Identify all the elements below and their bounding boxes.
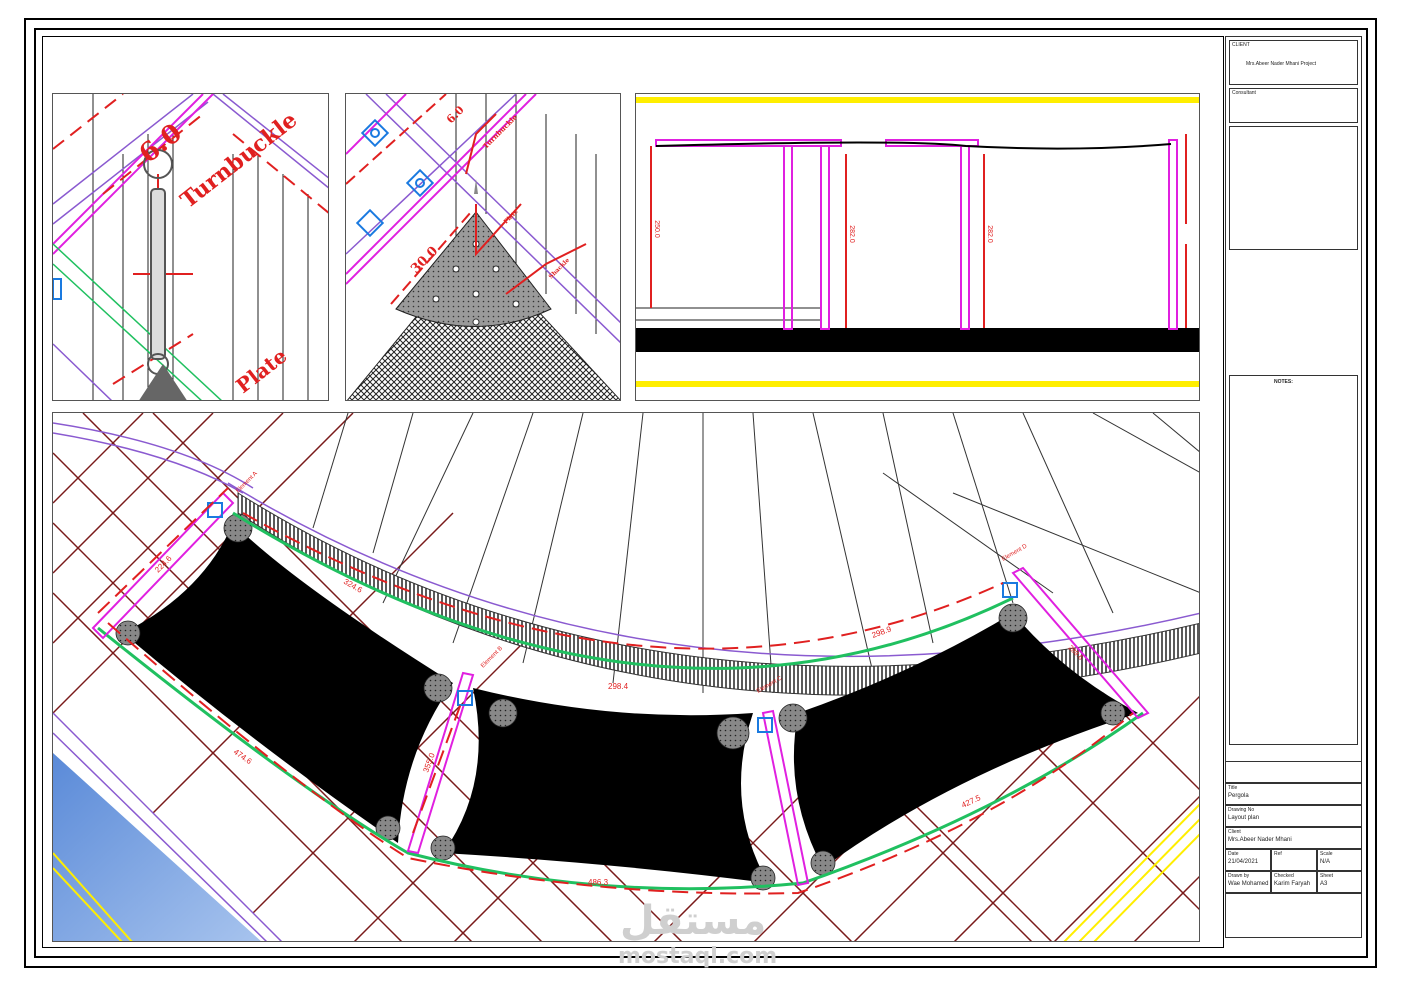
notes-box: NOTES:: [1229, 375, 1358, 745]
tb-checked-cell: Checked Karim Faryah: [1271, 871, 1317, 893]
element-d-label: Element D: [1001, 543, 1029, 563]
pool-area: [53, 753, 261, 941]
tb-scale-cell: Scale N/A: [1317, 849, 1362, 871]
section-dim-1: 250.0: [653, 220, 660, 238]
client-name: Mrs.Abeer Nader Mhani Project: [1246, 61, 1317, 67]
consultant-header: Consultant: [1232, 90, 1256, 96]
plan-view-panel: Element A Element B Element C Element D …: [52, 412, 1200, 942]
logo-box: [1229, 126, 1358, 250]
plan-dim-4: 298.9: [871, 624, 893, 639]
tb-bottom-cell: [1225, 893, 1362, 938]
plan-dim-8: 486.3: [588, 878, 609, 887]
drawn-label: Drawn by: [1228, 873, 1250, 879]
ref-label: Ref: [1274, 851, 1282, 857]
tb-sheet-cell: Sheet A3: [1317, 871, 1362, 893]
drawn-value: Wae Mohamed: [1228, 881, 1269, 887]
watermark-latin: mostaql.com: [618, 944, 778, 969]
title-value: Pergola: [1228, 793, 1249, 799]
tb-client-cell: Client Mrs.Abeer Nader Mhani: [1225, 827, 1362, 849]
dimension-6-top: 6.0: [444, 103, 467, 126]
tb-date-cell: Date 21/04/2021: [1225, 849, 1271, 871]
plate-label: Plate: [231, 344, 291, 398]
drawing-label: Drawing No: [1228, 807, 1255, 813]
client-label: Client: [1228, 829, 1241, 835]
checked-label: Checked: [1274, 873, 1294, 879]
section-dim-2: 282.0: [848, 225, 855, 243]
tb-title-row: [1225, 761, 1362, 783]
label-shackle-small: Shackle: [547, 257, 571, 281]
tb-title-cell: Title Pergola: [1225, 783, 1362, 805]
section-dim-3: 282.0: [986, 225, 993, 243]
scale-label: Scale: [1320, 851, 1333, 857]
section-elevation-panel: 250.0 282.0 282.0: [635, 93, 1200, 401]
client-value: Mrs.Abeer Nader Mhani: [1228, 837, 1292, 843]
checked-value: Karim Faryah: [1274, 881, 1311, 887]
title-label: Title: [1228, 785, 1238, 791]
plan-dim-9: 427.5: [960, 793, 982, 810]
watermark-arabic: مستقل: [620, 898, 767, 944]
element-a-label: Element A: [235, 471, 259, 495]
tb-drawn-cell: Drawn by Wae Mohamed: [1225, 871, 1271, 893]
notes-header: NOTES:: [1274, 379, 1293, 385]
client-header: CLIENT: [1232, 42, 1250, 48]
date-value: 21/04/2021: [1228, 859, 1259, 865]
detail-panel-turnbuckle: 6.0 Turnbuckle Plate: [52, 93, 329, 401]
consultant-box: Consultant: [1229, 88, 1358, 123]
detail-2-drawing: 30.0 6.0 Turnbuckle Plate Shackle: [346, 94, 620, 400]
sheet-label: Sheet: [1320, 873, 1334, 879]
plate-shape: [139, 364, 187, 400]
tb-ref-cell: Ref: [1271, 849, 1317, 871]
detail-1-drawing: 6.0 Turnbuckle Plate: [53, 94, 328, 400]
date-label: Date: [1228, 851, 1239, 857]
plan-dim-3: 298.4: [608, 682, 629, 691]
detail-panel-plate: 30.0 6.0 Turnbuckle Plate Shackle: [345, 93, 621, 401]
label-turnbuckle-small: Turnbuckle: [481, 112, 519, 150]
scale-value: N/A: [1320, 859, 1331, 865]
shade-sails: [123, 523, 1138, 883]
drawing-value: Layout plan: [1228, 815, 1260, 821]
plan-drawing: Element A Element B Element C Element D …: [53, 413, 1199, 941]
plan-dim-6: 474.6: [232, 747, 254, 766]
tb-drawing-cell: Drawing No Layout plan: [1225, 805, 1362, 827]
section-drawing: 250.0 282.0 282.0: [636, 97, 1199, 387]
client-box: CLIENT Mrs.Abeer Nader Mhani Project: [1229, 40, 1358, 85]
sheet-value: A3: [1320, 881, 1328, 887]
